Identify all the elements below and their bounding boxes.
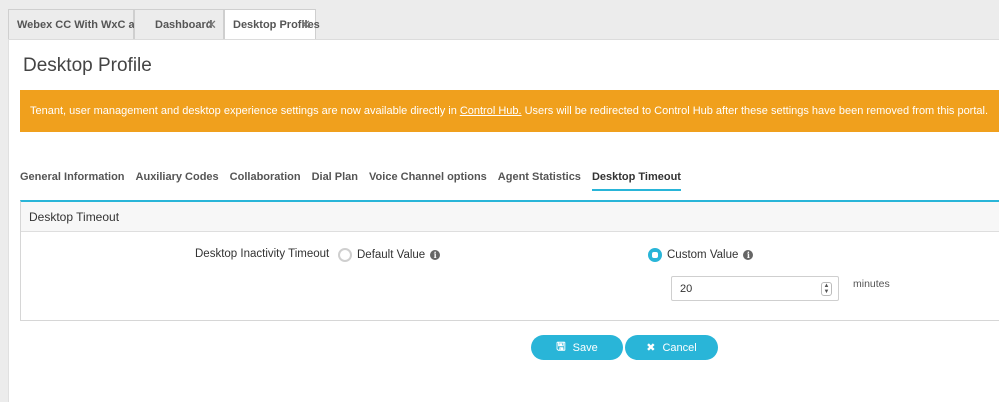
save-label: Save	[572, 341, 598, 354]
subtab-general-information[interactable]: General Information	[20, 171, 125, 191]
info-icon[interactable]: i	[430, 250, 441, 260]
profile-subtabs: General Information Auxiliary Codes Coll…	[20, 171, 681, 191]
default-value-option[interactable]: Default Value i	[338, 248, 441, 262]
cancel-button[interactable]: ✖ Cancel	[625, 335, 718, 360]
main-panel: Desktop Profile Tenant, user management …	[8, 39, 999, 402]
desktop-timeout-card: Desktop Timeout Desktop Inactivity Timeo…	[20, 200, 999, 321]
timeout-value: 20	[680, 282, 693, 295]
tab-bar: Webex CC With WxC as PBX Dashboard ✕ Des…	[0, 0, 999, 40]
unit-label: minutes	[853, 278, 890, 290]
save-icon: 🖫	[556, 341, 566, 353]
tab-webex-cc[interactable]: Webex CC With WxC as PBX	[8, 9, 166, 39]
close-icon[interactable]: ✕	[300, 18, 311, 31]
number-stepper[interactable]: ▲ ▼	[821, 282, 832, 296]
chevron-down-icon[interactable]: ▼	[822, 289, 831, 295]
card-title: Desktop Timeout	[21, 202, 999, 232]
save-button[interactable]: 🖫 Save	[531, 335, 623, 360]
subtab-desktop-timeout[interactable]: Desktop Timeout	[591, 171, 681, 191]
tab-dashboard[interactable]: Dashboard ✕	[134, 9, 224, 39]
option-label: Default Value	[357, 249, 426, 261]
subtab-auxiliary-codes[interactable]: Auxiliary Codes	[136, 171, 219, 191]
banner-text: Tenant, user management and desktop expe…	[30, 105, 457, 117]
info-icon[interactable]: i	[743, 250, 754, 260]
close-icon: ✖	[646, 342, 656, 354]
subtab-voice-channel-options[interactable]: Voice Channel options	[369, 171, 487, 191]
option-label: Custom Value	[667, 249, 739, 261]
timeout-minutes-input[interactable]: 20 ▲ ▼	[671, 276, 839, 301]
info-banner: Tenant, user management and desktop expe…	[20, 90, 999, 132]
close-icon[interactable]: ✕	[206, 18, 217, 31]
tab-desktop-profiles[interactable]: Desktop Profiles ✕	[224, 9, 320, 40]
subtab-agent-statistics[interactable]: Agent Statistics	[498, 171, 581, 191]
cancel-label: Cancel	[662, 341, 697, 354]
control-hub-link[interactable]: Control Hub.	[460, 105, 522, 117]
banner-text: Users will be redirected to Control Hub …	[524, 105, 989, 117]
custom-value-option[interactable]: Custom Value i	[648, 248, 754, 262]
subtab-dial-plan[interactable]: Dial Plan	[312, 171, 358, 191]
tab-label: Dashboard	[155, 18, 213, 31]
custom-value-radio[interactable]	[648, 248, 662, 262]
subtab-collaboration[interactable]: Collaboration	[230, 171, 301, 191]
default-value-radio[interactable]	[338, 248, 352, 262]
page-title: Desktop Profile	[23, 55, 152, 76]
field-label: Desktop Inactivity Timeout	[195, 248, 330, 260]
